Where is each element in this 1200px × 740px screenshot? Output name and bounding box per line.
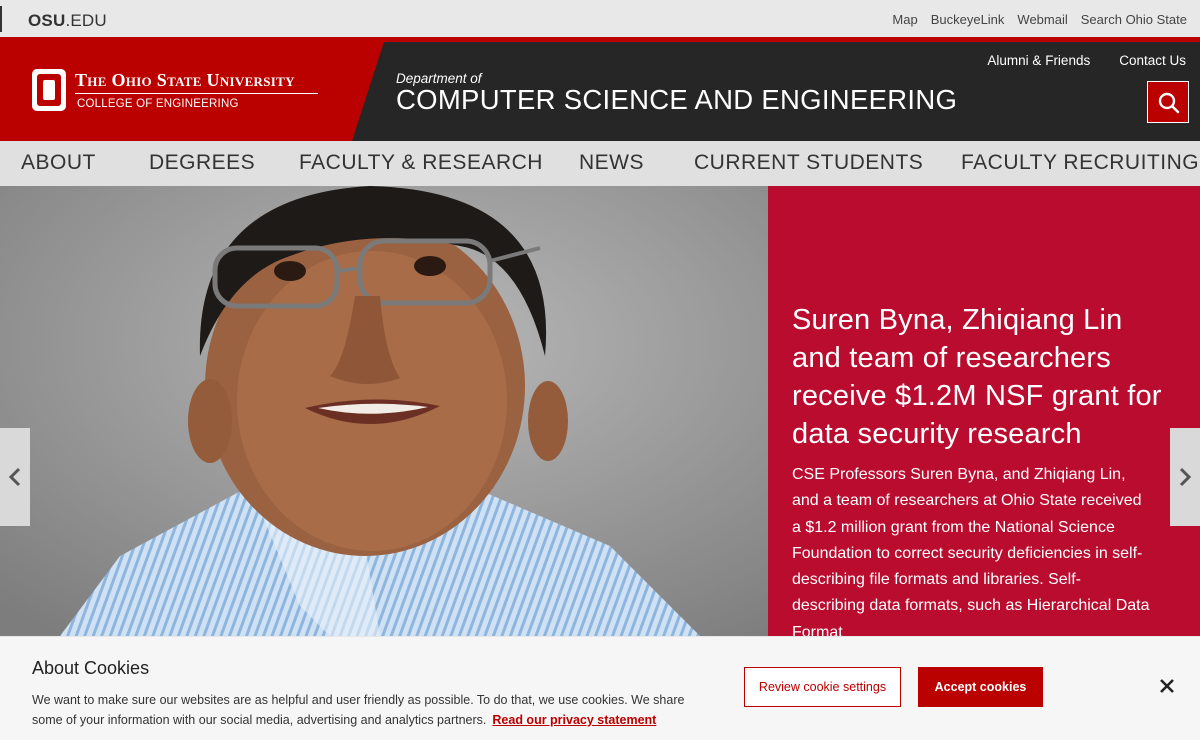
osu-utility-bar: OSU.EDU Map BuckeyeLink Webmail Search O… bbox=[0, 0, 1200, 40]
accept-cookies-button[interactable]: Accept cookies bbox=[918, 667, 1043, 707]
search-button[interactable] bbox=[1147, 81, 1189, 123]
nav-news[interactable]: NEWS bbox=[579, 151, 644, 175]
carousel-prev-button[interactable] bbox=[0, 428, 30, 526]
nav-current-students[interactable]: CURRENT STUDENTS bbox=[694, 151, 923, 175]
utility-link-map[interactable]: Map bbox=[892, 12, 917, 27]
block-o-logo[interactable] bbox=[32, 69, 66, 111]
review-cookie-settings-button[interactable]: Review cookie settings bbox=[744, 667, 901, 707]
main-nav: ABOUT DEGREES FACULTY & RESEARCH NEWS CU… bbox=[0, 141, 1200, 186]
cookie-banner-title: About Cookies bbox=[32, 658, 150, 678]
cookie-banner-text: We want to make sure our websites are as… bbox=[32, 690, 712, 730]
osu-edu-link[interactable]: OSU.EDU bbox=[28, 11, 107, 31]
department-name[interactable]: COMPUTER SCIENCE AND ENGINEERING bbox=[396, 84, 957, 116]
search-icon bbox=[1158, 92, 1180, 114]
hero-story-summary: CSE Professors Suren Byna, and Zhiqiang … bbox=[792, 466, 1150, 636]
privacy-statement-link[interactable]: Read our privacy statement bbox=[492, 713, 656, 727]
alumni-friends-link[interactable]: Alumni & Friends bbox=[987, 53, 1090, 68]
utility-link-search-ohio-state[interactable]: Search Ohio State bbox=[1081, 12, 1187, 27]
hero-carousel: Suren Byna, Zhiqiang Lin and team of res… bbox=[0, 186, 1200, 636]
edge-line bbox=[0, 6, 2, 32]
logo-divider bbox=[75, 93, 318, 94]
nav-about[interactable]: ABOUT bbox=[21, 151, 96, 175]
chevron-right-icon bbox=[1179, 467, 1192, 487]
header-links: Alumni & Friends Contact Us bbox=[987, 53, 1186, 68]
utility-links: Map BuckeyeLink Webmail Search Ohio Stat… bbox=[892, 12, 1187, 27]
chevron-left-icon bbox=[8, 467, 21, 487]
college-name[interactable]: COLLEGE OF ENGINEERING bbox=[77, 98, 239, 110]
contact-us-link[interactable]: Contact Us bbox=[1119, 53, 1186, 68]
hero-story-title[interactable]: Suren Byna, Zhiqiang Lin and team of res… bbox=[792, 301, 1172, 453]
close-icon bbox=[1160, 679, 1174, 693]
utility-link-webmail[interactable]: Webmail bbox=[1017, 12, 1067, 27]
nav-degrees[interactable]: DEGREES bbox=[149, 151, 255, 175]
university-name[interactable]: The Ohio State University bbox=[75, 70, 295, 91]
carousel-next-button[interactable] bbox=[1170, 428, 1200, 526]
utility-link-buckeyelink[interactable]: BuckeyeLink bbox=[931, 12, 1005, 27]
cookie-banner: About Cookies We want to make sure our w… bbox=[0, 636, 1200, 740]
close-cookie-banner-button[interactable] bbox=[1158, 677, 1176, 695]
hero-story-panel: Suren Byna, Zhiqiang Lin and team of res… bbox=[768, 186, 1200, 636]
site-header: The Ohio State University COLLEGE OF ENG… bbox=[0, 37, 1200, 141]
nav-faculty-recruiting[interactable]: FACULTY RECRUITING bbox=[961, 151, 1199, 175]
nav-faculty-research[interactable]: FACULTY & RESEARCH bbox=[299, 151, 543, 175]
hero-photo bbox=[0, 186, 768, 636]
